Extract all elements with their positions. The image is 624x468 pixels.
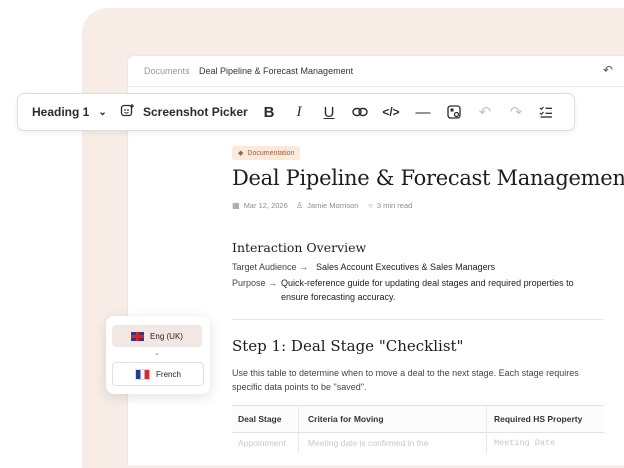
chevron-down-icon: ⌄ xyxy=(154,350,160,357)
breadcrumb-root[interactable]: Documents xyxy=(144,66,190,76)
user-icon: ♙ xyxy=(296,201,304,210)
breadcrumb-current: Deal Pipeline & Forecast Management xyxy=(199,66,354,76)
language-option-selected[interactable]: Eng (UK) xyxy=(112,325,202,347)
column-divider xyxy=(486,405,487,453)
author-text: Jamie Morrison xyxy=(307,201,359,210)
meta-date: ▦ Mar 12, 2026 xyxy=(232,201,288,210)
read-time-text: 3 min read xyxy=(376,201,413,210)
purpose-value-line2: ensure forecasting accuracy. xyxy=(281,292,396,302)
language-switcher: Eng (UK) ⌄ French xyxy=(106,316,210,394)
picker-label: Screenshot Picker xyxy=(143,105,248,119)
column-divider xyxy=(298,405,299,453)
category-badge: ◆ Documentation xyxy=(232,146,301,160)
column-header: Deal Stage xyxy=(238,414,282,424)
redo-icon[interactable]: ↷ xyxy=(504,94,528,130)
heading-dropdown[interactable]: Heading 1 ⌄ xyxy=(32,94,107,130)
screenshot-picker-button[interactable]: Screenshot Picker xyxy=(120,94,248,130)
undo-icon[interactable]: ↶ xyxy=(603,63,613,77)
page-title: Deal Pipeline & Forecast Management xyxy=(232,166,624,190)
step-description: Use this table to determine when to move… xyxy=(232,368,579,392)
section-heading-step1: Step 1: Deal Stage "Checklist" xyxy=(232,337,464,355)
horizontal-rule-icon[interactable]: — xyxy=(411,94,435,130)
purpose-value-line1: Quick-reference guide for updating deal … xyxy=(281,278,574,288)
table-cell: Meeting date is confirmed in the xyxy=(308,438,429,448)
italic-button[interactable]: I xyxy=(287,94,311,130)
screenshot-icon[interactable] xyxy=(442,94,466,130)
comment-icon: ○ xyxy=(368,201,373,210)
section-heading-overview: Interaction Overview xyxy=(232,240,367,255)
code-icon[interactable]: </> xyxy=(379,94,403,130)
bold-button[interactable]: B xyxy=(257,94,281,130)
table-cell: Meeting Date xyxy=(494,438,556,448)
underline-button[interactable]: U xyxy=(317,94,341,130)
target-label: Target Audience → xyxy=(232,262,309,272)
meta-read-time: ○ 3 min read xyxy=(368,201,412,210)
checklist-icon[interactable] xyxy=(534,94,558,130)
language-label: Eng (UK) xyxy=(150,331,183,341)
image-add-icon xyxy=(120,103,135,121)
language-option[interactable]: French xyxy=(112,362,204,386)
calendar-icon: ▦ xyxy=(232,201,240,210)
badge-label: Documentation xyxy=(247,149,295,157)
formatting-toolbar: Heading 1 ⌄ Screenshot Picker B I U </> … xyxy=(17,93,575,131)
heading-label: Heading 1 xyxy=(32,105,90,119)
france-flag-icon xyxy=(135,368,151,380)
tag-icon: ◆ xyxy=(238,150,244,157)
table-header-row: Deal Stage Criteria for Moving Required … xyxy=(232,405,604,433)
link-icon[interactable] xyxy=(348,94,372,130)
date-text: Mar 12, 2026 xyxy=(243,201,288,210)
purpose-label: Purpose → xyxy=(232,278,278,288)
breadcrumb-separator: / xyxy=(187,66,190,76)
divider xyxy=(232,319,604,320)
target-value: Sales Account Executives & Sales Manager… xyxy=(316,262,496,272)
undo-icon[interactable]: ↶ xyxy=(473,94,497,130)
breadcrumb: Documents / Deal Pipeline & Forecast Man… xyxy=(128,56,624,87)
chevron-down-icon: ⌄ xyxy=(98,106,107,118)
uk-flag-icon xyxy=(131,331,145,341)
table-cell: Appointment xyxy=(238,438,286,448)
column-header: Required HS Property xyxy=(494,414,583,424)
language-label: French xyxy=(156,369,181,379)
meta-author: ♙ Jamie Morrison xyxy=(296,201,358,210)
column-header: Criteria for Moving xyxy=(308,414,384,424)
